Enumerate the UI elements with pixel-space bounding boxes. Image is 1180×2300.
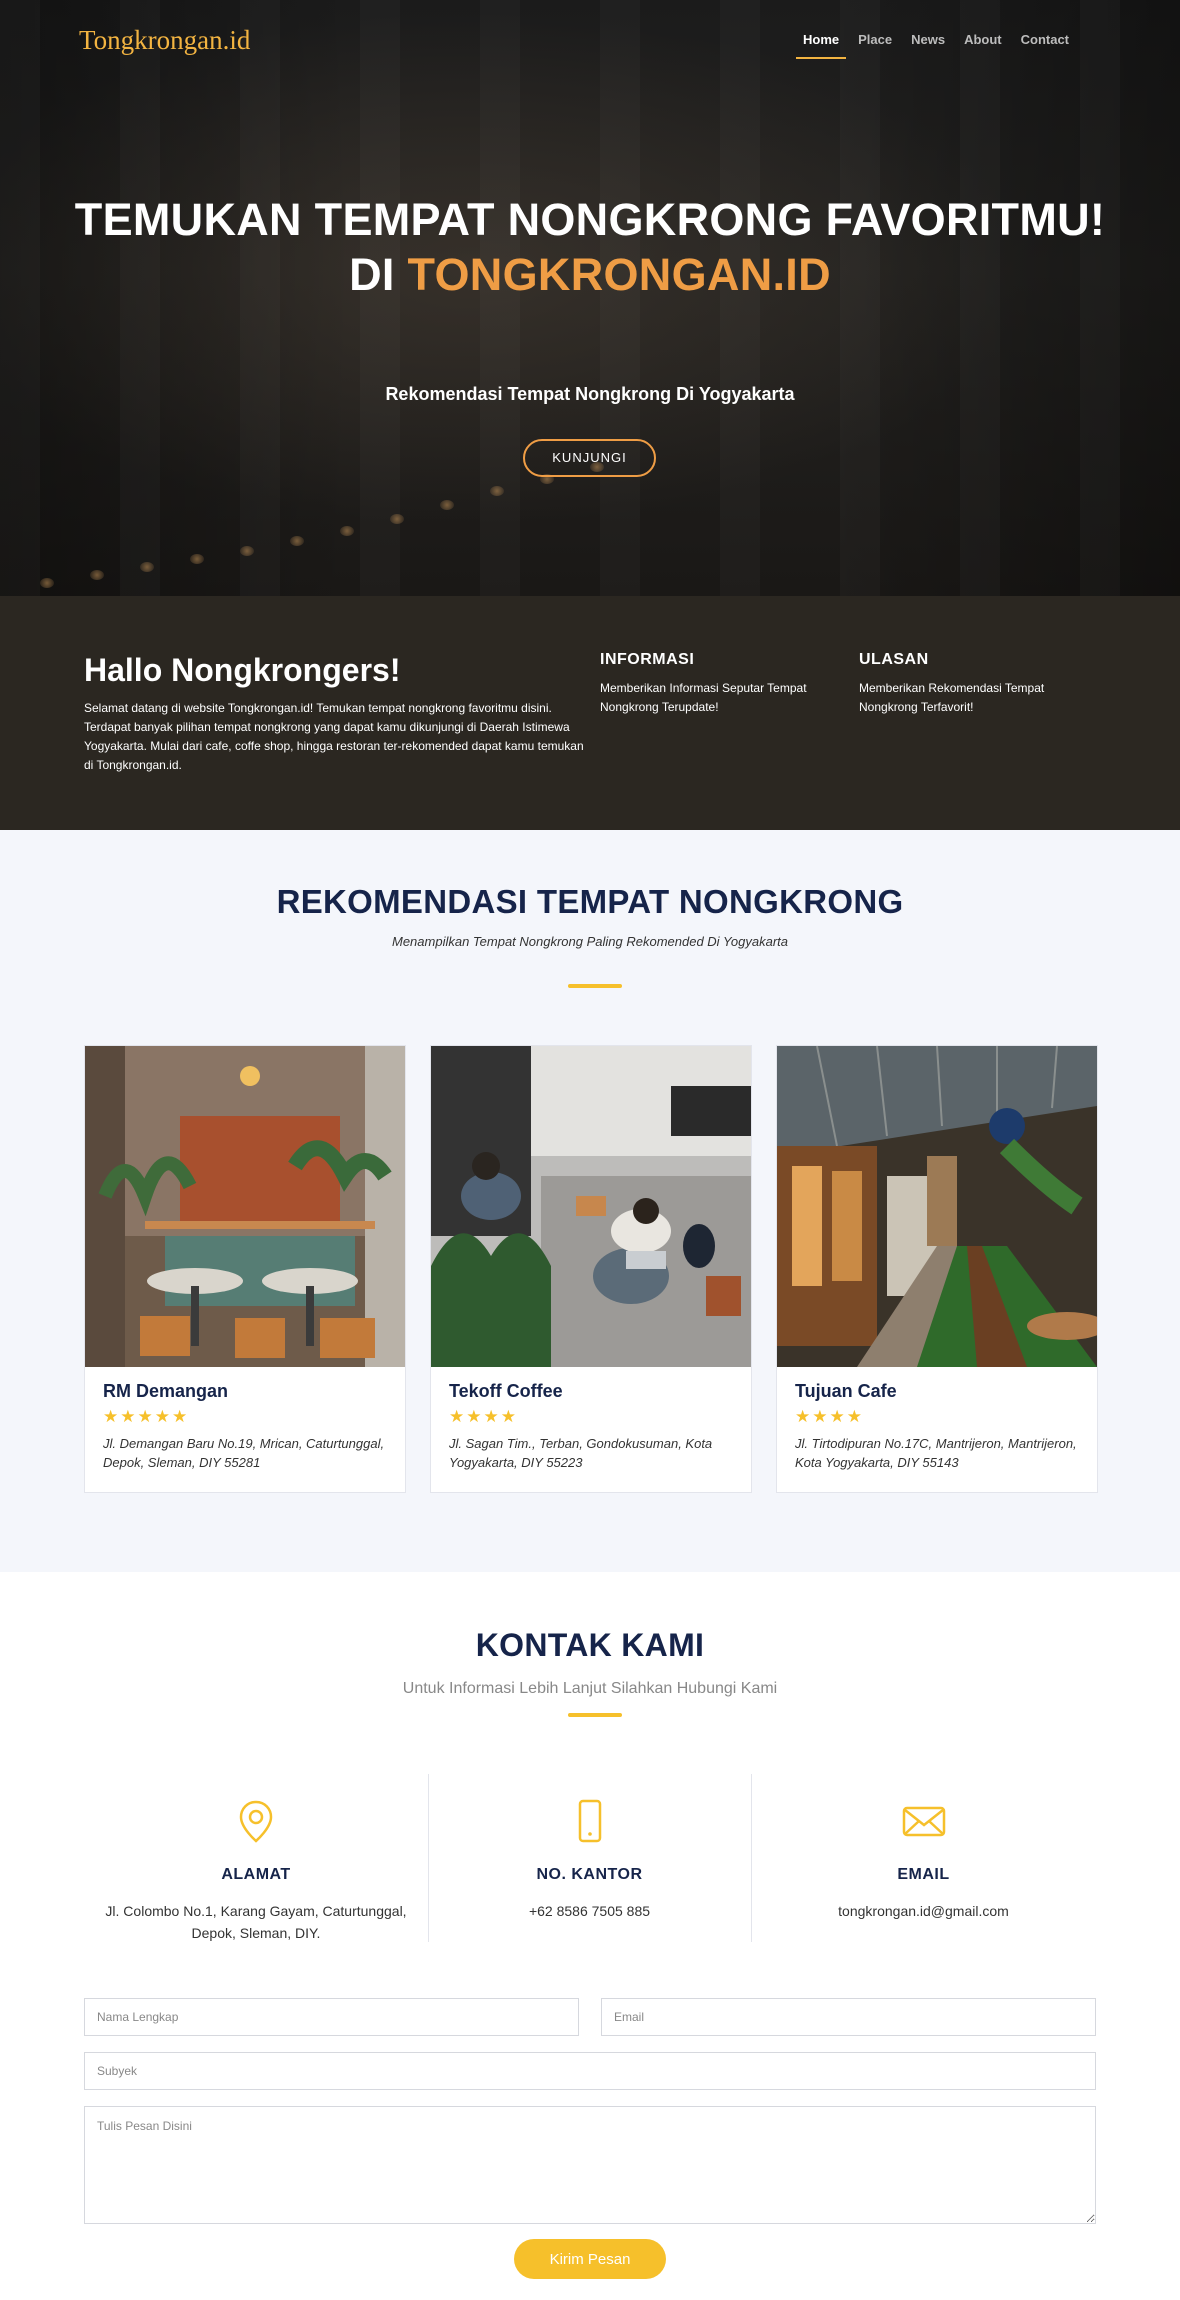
nav-item-place[interactable]: Place bbox=[851, 32, 899, 59]
review-column-title: ULASAN bbox=[859, 651, 929, 668]
review-column: ULASAN Memberikan Rekomendasi Tempat Non… bbox=[859, 651, 1099, 717]
place-address: Jl. Tirtodipuran No.17C, Mantrijeron, Ma… bbox=[795, 1436, 1077, 1470]
address-info: ALAMAT Jl. Colombo No.1, Karang Gayam, C… bbox=[84, 1774, 428, 1942]
place-card[interactable]: RM Demangan ★★★★★ Jl. Demangan Baru No.1… bbox=[84, 1045, 406, 1493]
star-rating-icon: ★★★★ bbox=[795, 1407, 864, 1426]
title-underline bbox=[568, 984, 622, 988]
place-photo[interactable] bbox=[431, 1046, 751, 1367]
hero-title: TEMUKAN TEMPAT NONGKRONG FAVORITMU! DI T… bbox=[0, 192, 1180, 302]
info-column-title: INFORMASI bbox=[600, 651, 695, 668]
place-address: Jl. Demangan Baru No.19, Mrican, Caturtu… bbox=[103, 1436, 385, 1470]
contact-title: KONTAK KAMI bbox=[475, 1627, 705, 1663]
star-rating-icon: ★★★★★ bbox=[103, 1407, 190, 1426]
nav-item-contact[interactable]: Contact bbox=[1014, 32, 1076, 59]
email-info: EMAIL tongkrongan.id@gmail.com bbox=[751, 1774, 1096, 1942]
email-text[interactable]: tongkrongan.id@gmail.com bbox=[751, 1900, 1096, 1922]
hero-title-prefix: DI bbox=[349, 249, 408, 300]
contact-info-row: ALAMAT Jl. Colombo No.1, Karang Gayam, C… bbox=[84, 1774, 1096, 1942]
info-column-text: Memberikan Informasi Seputar Tempat Nong… bbox=[600, 681, 807, 714]
name-field[interactable] bbox=[84, 1998, 579, 2036]
phone-icon bbox=[578, 1799, 601, 1843]
hero-section: Tongkrongan.id Home Place News About Con… bbox=[0, 0, 1180, 596]
info-column: INFORMASI Memberikan Informasi Seputar T… bbox=[600, 651, 840, 717]
place-photo[interactable] bbox=[777, 1046, 1097, 1367]
place-name[interactable]: RM Demangan bbox=[103, 1381, 387, 1402]
place-cards: RM Demangan ★★★★★ Jl. Demangan Baru No.1… bbox=[84, 1045, 1098, 1493]
mail-icon bbox=[902, 1806, 945, 1837]
place-name[interactable]: Tujuan Cafe bbox=[795, 1381, 1079, 1402]
hero-title-line1: TEMUKAN TEMPAT NONGKRONG FAVORITMU! bbox=[74, 194, 1106, 245]
send-message-button[interactable]: Kirim Pesan bbox=[514, 2239, 666, 2279]
title-underline bbox=[568, 1713, 622, 1717]
star-rating-icon: ★★★★ bbox=[449, 1407, 518, 1426]
place-photo[interactable] bbox=[85, 1046, 405, 1367]
nav-item-home[interactable]: Home bbox=[795, 32, 847, 59]
email-title: EMAIL bbox=[897, 1866, 950, 1883]
site-logo[interactable]: Tongkrongan.id bbox=[79, 25, 250, 56]
top-navbar: Tongkrongan.id Home Place News About Con… bbox=[0, 0, 1180, 80]
visit-button[interactable]: KUNJUNGI bbox=[523, 439, 656, 477]
contact-subtitle: Untuk Informasi Lebih Lanjut Silahkan Hu… bbox=[402, 1680, 778, 1697]
nav-menu: Home Place News About Contact bbox=[791, 32, 1076, 59]
map-pin-icon bbox=[239, 1800, 273, 1843]
address-title: ALAMAT bbox=[221, 1866, 291, 1883]
contact-section: KONTAK KAMI Untuk Informasi Lebih Lanjut… bbox=[0, 1572, 1180, 2300]
review-column-text: Memberikan Rekomendasi Tempat Nongkrong … bbox=[859, 681, 1045, 714]
phone-title: NO. KANTOR bbox=[536, 1866, 643, 1883]
recommendations-section: REKOMENDASI TEMPAT NONGKRONG Menampilkan… bbox=[0, 830, 1180, 1572]
phone-info: NO. KANTOR +62 8586 7505 885 bbox=[428, 1774, 751, 1942]
about-heading: Hallo Nongkrongers! bbox=[84, 652, 401, 688]
place-card[interactable]: Tekoff Coffee ★★★★ Jl. Sagan Tim., Terba… bbox=[430, 1045, 752, 1493]
about-section: Hallo Nongkrongers! Selamat datang di we… bbox=[0, 596, 1180, 830]
recommendations-subtitle: Menampilkan Tempat Nongkrong Paling Reko… bbox=[391, 934, 788, 949]
hero-subtitle: Rekomendasi Tempat Nongkrong Di Yogyakar… bbox=[385, 384, 795, 404]
hero-title-accent: TONGKRONGAN.ID bbox=[407, 249, 831, 300]
nav-item-about[interactable]: About bbox=[957, 32, 1009, 59]
address-text: Jl. Colombo No.1, Karang Gayam, Caturtun… bbox=[105, 1903, 407, 1941]
message-field[interactable] bbox=[84, 2106, 1096, 2224]
place-card[interactable]: Tujuan Cafe ★★★★ Jl. Tirtodipuran No.17C… bbox=[776, 1045, 1098, 1493]
recommendations-title: REKOMENDASI TEMPAT NONGKRONG bbox=[276, 883, 904, 920]
about-text: Selamat datang di website Tongkrongan.id… bbox=[84, 701, 584, 772]
place-name[interactable]: Tekoff Coffee bbox=[449, 1381, 733, 1402]
place-address: Jl. Sagan Tim., Terban, Gondokusuman, Ko… bbox=[449, 1436, 713, 1470]
phone-text[interactable]: +62 8586 7505 885 bbox=[428, 1900, 751, 1922]
email-field[interactable] bbox=[601, 1998, 1096, 2036]
subject-field[interactable] bbox=[84, 2052, 1096, 2090]
nav-item-news[interactable]: News bbox=[904, 32, 952, 59]
